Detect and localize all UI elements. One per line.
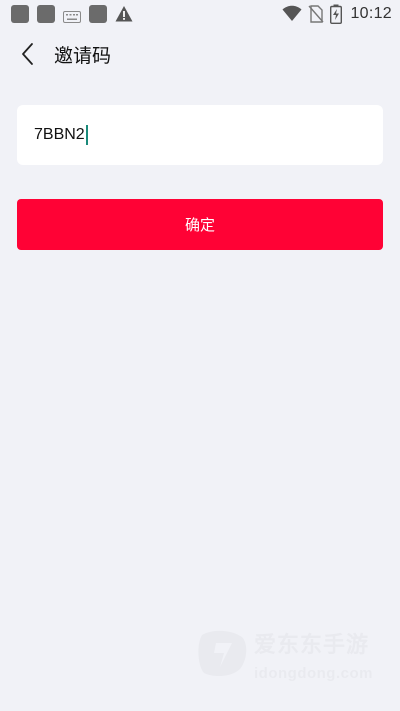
status-bar: 10:12 [0, 0, 400, 28]
status-time: 10:12 [350, 5, 392, 22]
no-sim-icon [308, 5, 324, 23]
watermark-logo-icon [198, 630, 247, 677]
app-header: 邀请码 [0, 28, 400, 80]
invite-code-input[interactable]: 7BBN2 [34, 125, 88, 145]
app-notification-icon [37, 5, 55, 23]
chevron-left-icon [22, 43, 33, 65]
wifi-icon [282, 5, 302, 21]
app-notification-icon [89, 5, 107, 23]
watermark: 爱东东手游 idongdong.com [196, 627, 396, 687]
app-notification-icon [11, 5, 29, 23]
invite-code-value: 7BBN2 [34, 126, 85, 143]
text-caret [85, 125, 88, 145]
back-button[interactable] [14, 40, 42, 68]
warning-icon [115, 5, 133, 23]
invite-code-card[interactable]: 7BBN2 [17, 105, 383, 165]
watermark-brand-cn: 爱东东手游 [254, 633, 370, 658]
confirm-button[interactable]: 确定 [17, 199, 383, 250]
status-bar-notifications [11, 5, 133, 23]
keyboard-icon [63, 8, 81, 23]
watermark-brand-url: idongdong.com [254, 665, 373, 682]
page-title: 邀请码 [54, 45, 112, 67]
battery-charging-icon [330, 4, 343, 24]
status-bar-system: 10:12 [276, 4, 392, 24]
